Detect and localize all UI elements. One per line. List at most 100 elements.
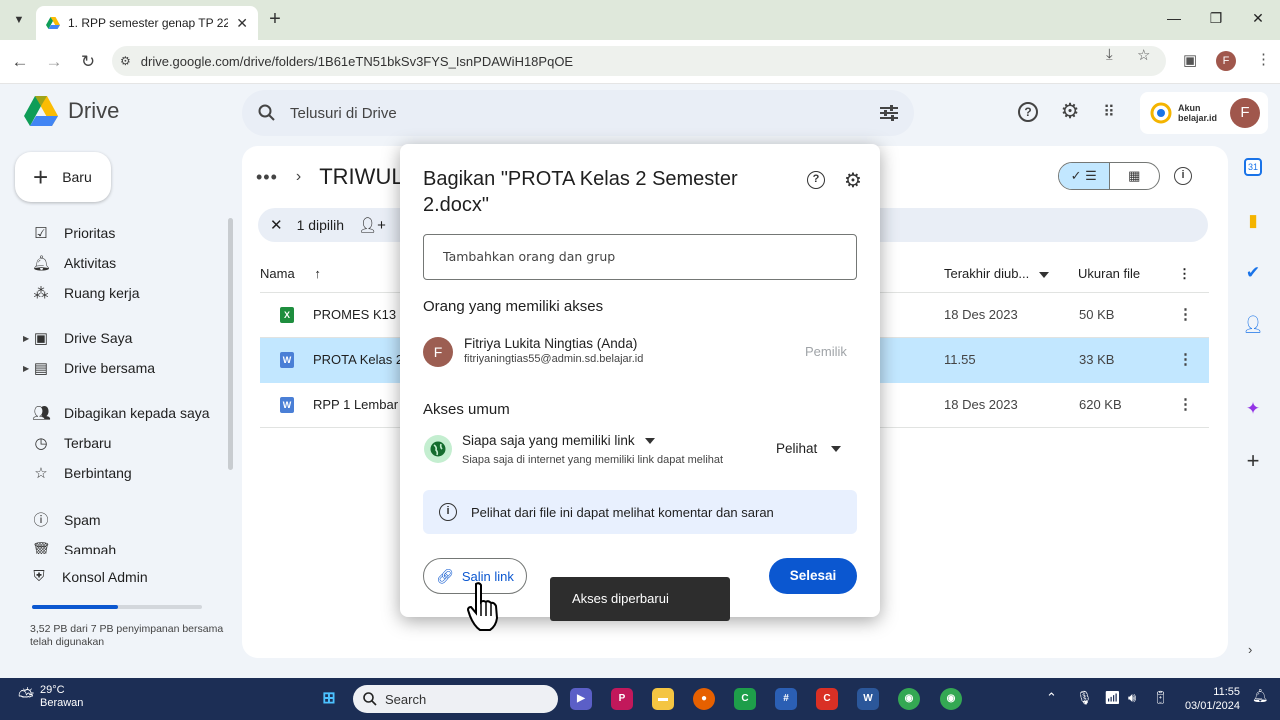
taskbar-clock[interactable]: 11:55 03/01/2024: [1178, 685, 1240, 713]
new-tab-button[interactable]: +: [264, 8, 286, 30]
folder-title[interactable]: TRIWUL: [319, 164, 403, 190]
word-icon[interactable]: W: [857, 688, 879, 710]
minimize-icon[interactable]: —: [1164, 10, 1184, 26]
column-options-icon[interactable]: ⋮: [1178, 266, 1191, 282]
dialog-settings-gear-icon[interactable]: ⚙: [844, 168, 862, 193]
drive-search-input[interactable]: Telusuri di Drive: [242, 90, 914, 136]
grid-view-button[interactable]: ▦: [1110, 163, 1160, 189]
share-person-add-icon[interactable]: 👤︎+: [358, 216, 386, 234]
more-path-icon[interactable]: •••: [256, 167, 278, 188]
help-icon[interactable]: ?: [1018, 102, 1040, 122]
microphone-icon[interactable]: 🎙︎: [1076, 690, 1093, 706]
chrome-icon[interactable]: ◉: [898, 688, 920, 710]
account-switcher[interactable]: Akun belajar.id F: [1140, 92, 1268, 134]
sidebar-item-spam[interactable]: ⓘ Spam: [32, 509, 100, 530]
role-dropdown[interactable]: Pelihat: [776, 441, 842, 456]
general-access-dropdown[interactable]: Siapa saja yang memiliki link: [462, 433, 655, 448]
sidebar-item-sampah[interactable]: 🗑︎ Sampah: [32, 541, 116, 554]
taskbar-search[interactable]: Search: [353, 685, 558, 713]
column-header-name[interactable]: Nama ↑: [260, 266, 321, 281]
file-explorer-icon[interactable]: ▬: [652, 688, 674, 710]
new-button[interactable]: + Baru: [15, 152, 111, 202]
drive-logo[interactable]: Drive: [24, 96, 119, 126]
weather-widget[interactable]: ⛅︎ 29°C Berawan: [18, 684, 83, 710]
view-toggle[interactable]: ✓ ☰ ▦: [1058, 162, 1160, 190]
restore-icon[interactable]: ❐: [1206, 10, 1226, 27]
site-settings-icon[interactable]: ⚙: [120, 54, 131, 68]
calendar-icon[interactable]: 31: [1244, 158, 1262, 176]
done-button[interactable]: Selesai: [769, 558, 857, 594]
windows-start-icon[interactable]: ⊞: [318, 688, 340, 710]
camtasia-icon[interactable]: C: [734, 688, 756, 710]
settings-gear-icon[interactable]: ⚙: [1059, 99, 1081, 124]
notification-icon[interactable]: 🔔︎: [1252, 688, 1269, 704]
keep-icon[interactable]: ▮: [1242, 210, 1264, 232]
recorder-icon[interactable]: C: [816, 688, 838, 710]
sidebar-item-terbaru[interactable]: ◷ Terbaru: [32, 434, 111, 452]
sidebar-item-admin[interactable]: ⛨ Konsol Admin: [30, 568, 147, 585]
sidebar-item-prioritas[interactable]: ☑ Prioritas: [32, 224, 115, 242]
add-addon-icon[interactable]: +: [1242, 450, 1264, 472]
column-header-size[interactable]: Ukuran file: [1078, 266, 1140, 281]
battery-icon[interactable]: 🔋︎: [1152, 690, 1169, 706]
scroll-right-icon[interactable]: ›: [1248, 642, 1252, 657]
row-more-icon[interactable]: ⋮: [1178, 395, 1193, 413]
tray-overflow-icon[interactable]: ⌃: [1046, 690, 1057, 706]
file-name[interactable]: RPP 1 Lembar: [313, 397, 398, 412]
chrome-profile-icon[interactable]: ◉: [940, 688, 962, 710]
list-view-button[interactable]: ✓ ☰: [1059, 163, 1110, 189]
browser-menu-icon[interactable]: ⋮: [1256, 50, 1271, 68]
clear-selection-icon[interactable]: ✕: [270, 216, 283, 234]
install-app-icon[interactable]: ⤓: [1106, 46, 1113, 63]
account-avatar[interactable]: F: [1230, 98, 1260, 128]
details-info-icon[interactable]: i: [1174, 167, 1192, 185]
people-with-access-heading: Orang yang memiliki akses: [423, 298, 604, 315]
bookmark-star-icon[interactable]: ☆: [1137, 46, 1150, 64]
column-header-modified[interactable]: Terakhir diub...: [944, 266, 1049, 281]
sidebar-item-aktivitas[interactable]: 🔔︎ Aktivitas: [32, 254, 116, 272]
file-name[interactable]: PROMES K13 K: [313, 307, 408, 322]
dialog-help-icon[interactable]: ?: [807, 171, 825, 189]
url-text[interactable]: drive.google.com/drive/folders/1B61eTN51…: [141, 54, 573, 69]
row-more-icon[interactable]: ⋮: [1178, 350, 1193, 368]
pdf-app-icon[interactable]: P: [611, 688, 633, 710]
row-more-icon[interactable]: ⋮: [1178, 305, 1193, 323]
forward-icon[interactable]: →: [44, 52, 64, 72]
file-name[interactable]: PROTA Kelas 2: [313, 352, 403, 367]
addon-icon[interactable]: ✦: [1242, 398, 1264, 420]
address-bar[interactable]: ⚙ drive.google.com/drive/folders/1B61eTN…: [112, 46, 1166, 76]
add-people-input[interactable]: Tambahkan orang dan grup: [423, 234, 857, 280]
sidebar-item-ruang-kerja[interactable]: ⁂ Ruang kerja: [32, 284, 140, 302]
tab-search-dropdown[interactable]: ▼: [8, 9, 30, 31]
teams-icon[interactable]: ▶: [570, 688, 592, 710]
browser-tab[interactable]: 1. RPP semester genap TP 2223 ✕: [36, 6, 258, 40]
expand-caret-icon[interactable]: ▶: [23, 364, 29, 373]
firefox-icon[interactable]: ●: [693, 688, 715, 710]
calculator-icon[interactable]: #: [775, 688, 797, 710]
cloud-sun-icon: ⛅︎: [18, 685, 34, 708]
reload-icon[interactable]: ↻: [78, 52, 98, 72]
contacts-icon[interactable]: 👤︎: [1242, 314, 1264, 336]
wifi-icon[interactable]: 📶︎: [1104, 690, 1121, 706]
side-panel-icon[interactable]: ▣: [1183, 51, 1197, 69]
person-avatar: F: [423, 337, 453, 367]
tasks-icon[interactable]: ✔: [1242, 262, 1264, 284]
sidebar-scrollbar[interactable]: [228, 218, 233, 470]
volume-icon[interactable]: 🔊︎: [1128, 690, 1136, 706]
hand-cursor-icon: [466, 582, 499, 631]
chevron-right-icon: ›: [295, 168, 302, 185]
sort-arrow-up-icon[interactable]: ↑: [314, 266, 321, 281]
sort-dropdown-icon[interactable]: [1038, 271, 1049, 278]
general-access-description: Siapa saja di internet yang memiliki lin…: [462, 454, 724, 466]
sidebar-item-dibagikan[interactable]: 👥︎ Dibagikan kepada saya: [32, 404, 210, 422]
tab-close-icon[interactable]: ✕: [236, 15, 248, 32]
sidebar-item-berbintang[interactable]: ☆ Berbintang: [32, 464, 131, 482]
browser-profile-avatar[interactable]: F: [1216, 51, 1236, 71]
search-options-icon[interactable]: [880, 105, 898, 121]
sidebar-item-drive-saya[interactable]: ▣ Drive Saya: [32, 329, 133, 347]
back-icon[interactable]: ←: [10, 52, 30, 72]
sidebar-item-drive-bersama[interactable]: ▤ Drive bersama: [32, 359, 155, 377]
expand-caret-icon[interactable]: ▶: [23, 334, 29, 343]
close-window-icon[interactable]: ✕: [1248, 10, 1268, 27]
apps-grid-icon[interactable]: ⠿: [1098, 102, 1120, 122]
